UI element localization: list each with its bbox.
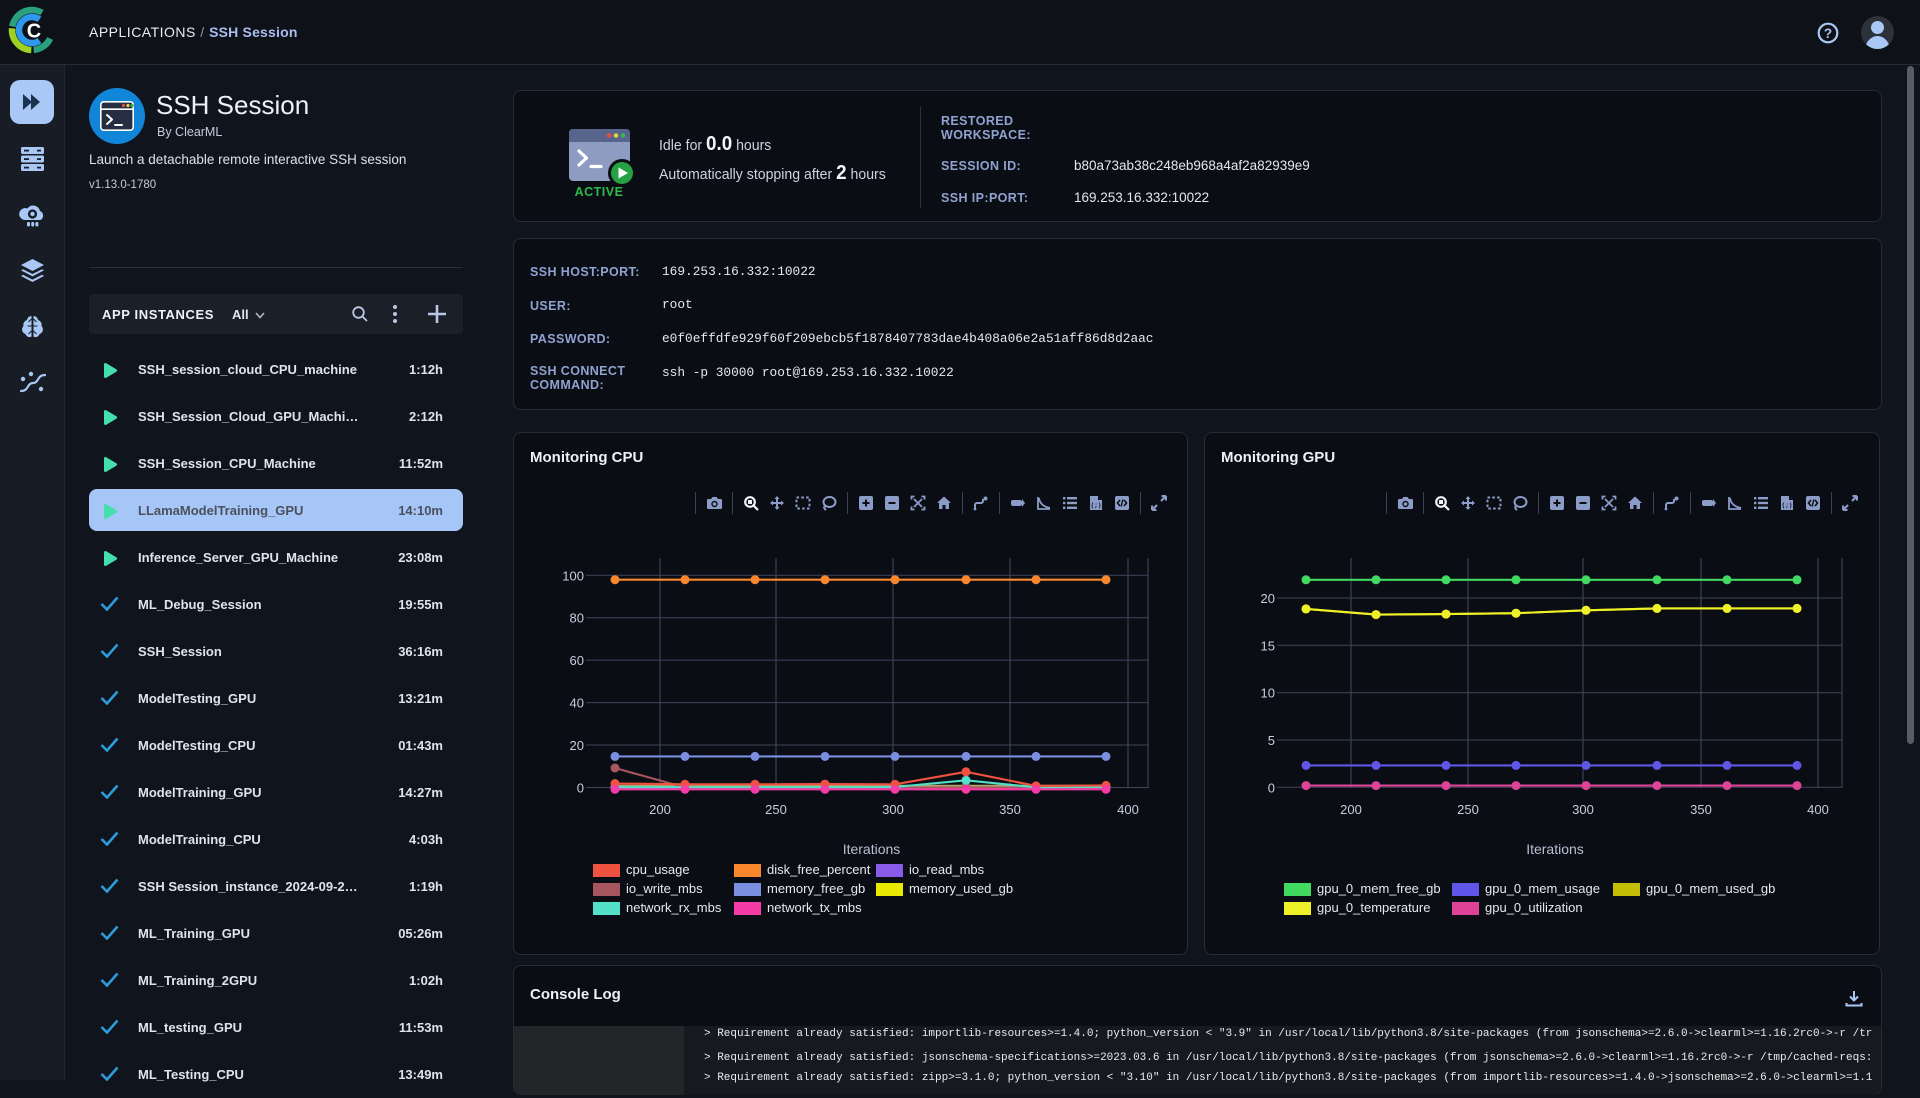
svg-text:350: 350 [999,802,1021,817]
svg-text:40: 40 [570,696,584,711]
svg-text:20: 20 [1261,591,1275,606]
svg-text:250: 250 [765,802,787,817]
svg-text:300: 300 [882,802,904,817]
svg-text:400: 400 [1807,802,1829,817]
svg-text:0: 0 [1268,780,1275,795]
svg-text:C: C [27,21,41,43]
svg-text:300: 300 [1572,802,1594,817]
svg-text:400: 400 [1117,802,1139,817]
svg-text:200: 200 [649,802,671,817]
svg-text:100: 100 [562,568,584,583]
svg-text:15: 15 [1261,638,1275,653]
svg-text:350: 350 [1690,802,1712,817]
svg-text:80: 80 [570,611,584,626]
svg-text:?: ? [1824,26,1832,41]
svg-text:0: 0 [577,781,584,796]
svg-text:200: 200 [1340,802,1362,817]
svg-text:20: 20 [570,738,584,753]
svg-text:10: 10 [1261,686,1275,701]
svg-text:250: 250 [1457,802,1479,817]
svg-text:5: 5 [1268,733,1275,748]
svg-text:60: 60 [570,653,584,668]
